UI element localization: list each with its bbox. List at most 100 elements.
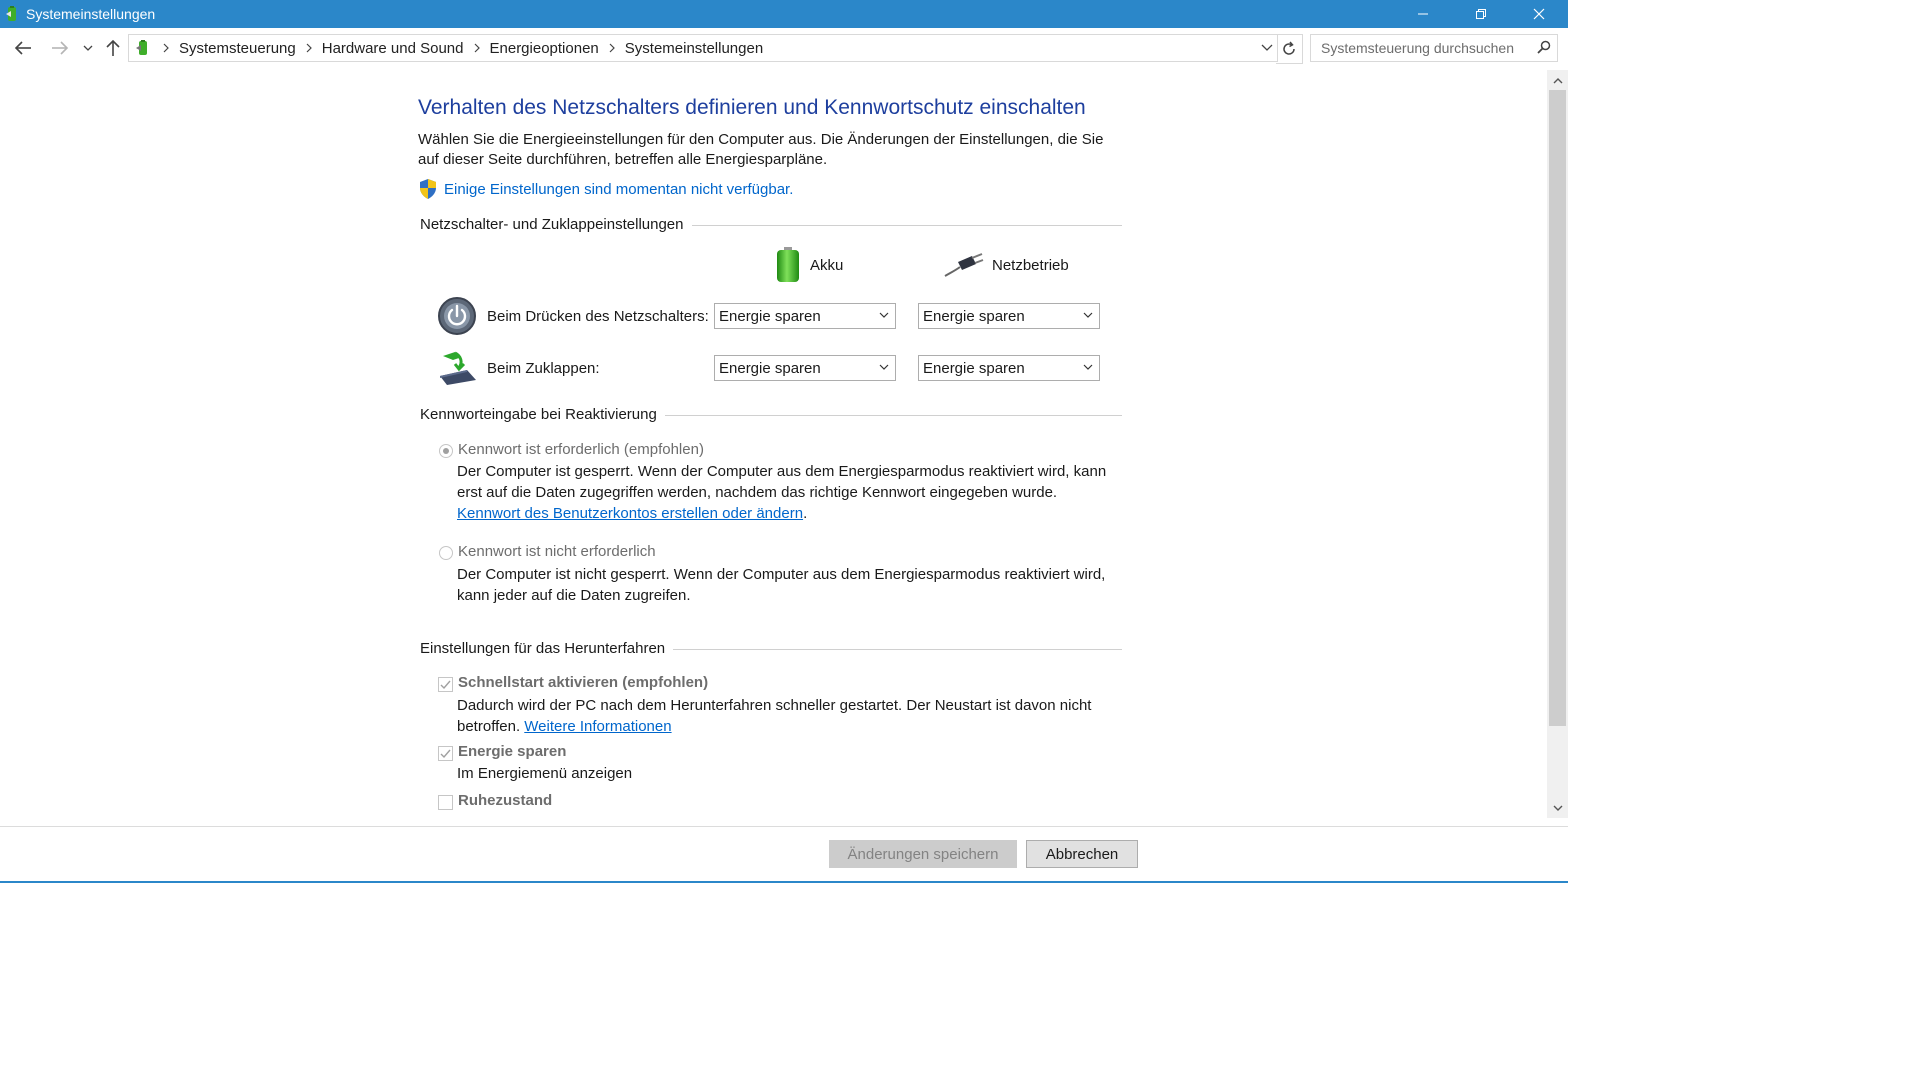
minimize-button[interactable] bbox=[1394, 0, 1452, 28]
battery-column-header: Akku bbox=[774, 246, 843, 284]
battery-column-label: Akku bbox=[810, 256, 844, 274]
laptop-lid-icon bbox=[440, 351, 476, 385]
checkmark-icon bbox=[440, 680, 451, 690]
minimize-icon bbox=[1418, 13, 1428, 15]
save-changes-button[interactable]: Änderungen speichern bbox=[829, 840, 1017, 868]
breadcrumb-separator bbox=[609, 43, 615, 53]
scroll-down-button[interactable] bbox=[1547, 798, 1568, 818]
title-bar: Systemeinstellungen bbox=[0, 0, 1568, 28]
search-icon[interactable] bbox=[1537, 40, 1551, 54]
checkmark-icon bbox=[440, 749, 451, 759]
fast-startup-checkbox[interactable] bbox=[438, 677, 453, 692]
refresh-button[interactable] bbox=[1276, 34, 1303, 64]
chevron-down-icon bbox=[1083, 364, 1093, 370]
breadcrumb-energieoptionen[interactable]: Energieoptionen bbox=[490, 40, 599, 57]
navigation-bar: Systemsteuerung Hardware und Sound Energ… bbox=[0, 28, 1568, 68]
power-button-icon bbox=[438, 297, 476, 335]
password-required-radio[interactable] bbox=[439, 444, 453, 458]
lid-close-ac-value: Energie sparen bbox=[923, 360, 1025, 377]
password-required-description: Der Computer ist gesperrt. Wenn der Comp… bbox=[457, 461, 1107, 524]
recent-locations-button[interactable] bbox=[78, 36, 98, 60]
chevron-up-icon bbox=[1553, 77, 1562, 83]
cancel-button[interactable]: Abbrechen bbox=[1026, 840, 1138, 868]
up-button[interactable] bbox=[101, 36, 125, 60]
content-area: Verhalten des Netzschalters definieren u… bbox=[0, 68, 1546, 826]
power-section-header: Netzschalter- und Zuklappeinstellungen bbox=[420, 216, 1122, 236]
power-button-row-icon bbox=[437, 296, 477, 341]
breadcrumb-systemsteuerung[interactable]: Systemsteuerung bbox=[179, 40, 296, 57]
chevron-down-icon bbox=[1553, 805, 1562, 811]
arrow-right-icon bbox=[52, 41, 69, 55]
back-button[interactable] bbox=[11, 36, 35, 60]
lid-row-icon bbox=[437, 350, 477, 391]
scroll-up-button[interactable] bbox=[1547, 70, 1568, 90]
shutdown-section-title: Einstellungen für das Herunterfahren bbox=[420, 640, 674, 657]
fast-startup-description: Dadurch wird der PC nach dem Herunterfah… bbox=[457, 695, 1107, 737]
power-button-battery-select[interactable]: Energie sparen bbox=[714, 303, 896, 329]
power-button-battery-value: Energie sparen bbox=[719, 308, 821, 325]
unavailable-settings-link[interactable]: Einige Einstellungen sind momentan nicht… bbox=[444, 181, 793, 198]
button-bar: Änderungen speichern Abbrechen bbox=[0, 826, 1568, 883]
location-icon bbox=[133, 38, 153, 58]
hibernate-label: Ruhezustand bbox=[458, 792, 553, 809]
forward-button[interactable] bbox=[48, 36, 72, 60]
chevron-down-icon bbox=[879, 364, 889, 370]
breadcrumb-separator bbox=[306, 43, 312, 53]
power-button-ac-select[interactable]: Energie sparen bbox=[918, 303, 1100, 329]
scroll-thumb[interactable] bbox=[1549, 90, 1566, 726]
uac-shield-icon bbox=[420, 179, 436, 199]
ac-column-header: Netzbetrieb bbox=[944, 252, 1069, 278]
close-icon bbox=[1533, 8, 1545, 20]
password-section-title: Kennworteingabe bei Reaktivierung bbox=[420, 406, 665, 423]
shutdown-section-header: Einstellungen für das Herunterfahren bbox=[420, 640, 1122, 660]
window-title: Systemeinstellungen bbox=[26, 6, 156, 22]
power-section-title: Netzschalter- und Zuklappeinstellungen bbox=[420, 216, 692, 233]
chevron-down-icon bbox=[1261, 44, 1273, 51]
password-not-required-radio[interactable] bbox=[439, 546, 453, 560]
breadcrumb-hardware-und-sound[interactable]: Hardware und Sound bbox=[322, 40, 464, 57]
account-link-period: . bbox=[803, 505, 808, 522]
password-not-required-description: Der Computer ist nicht gesperrt. Wenn de… bbox=[457, 566, 1106, 604]
close-button[interactable] bbox=[1510, 0, 1568, 28]
power-plug-icon bbox=[944, 253, 984, 277]
password-required-text: Der Computer ist gesperrt. Wenn der Comp… bbox=[457, 463, 1107, 501]
control-panel-icon bbox=[4, 5, 22, 23]
vertical-scrollbar[interactable] bbox=[1547, 70, 1568, 818]
sleep-label: Energie sparen bbox=[458, 743, 567, 760]
restore-icon bbox=[1476, 9, 1486, 19]
lid-close-label: Beim Zuklappen: bbox=[487, 360, 600, 377]
hibernate-checkbox[interactable] bbox=[438, 795, 453, 810]
chevron-right-icon bbox=[609, 43, 615, 53]
refresh-icon bbox=[1283, 41, 1295, 55]
window-border bbox=[0, 881, 1568, 883]
password-not-required-label: Kennwort ist nicht erforderlich bbox=[458, 543, 656, 560]
page-title: Verhalten des Netzschalters definieren u… bbox=[418, 96, 1086, 119]
address-bar[interactable]: Systemsteuerung Hardware und Sound Energ… bbox=[128, 34, 1278, 62]
address-history-button[interactable] bbox=[1257, 35, 1277, 61]
chevron-down-icon bbox=[1083, 312, 1093, 318]
chevron-down-icon bbox=[83, 45, 93, 51]
sleep-checkbox[interactable] bbox=[438, 746, 453, 761]
password-section-header: Kennworteingabe bei Reaktivierung bbox=[420, 406, 1122, 426]
breadcrumb-separator bbox=[163, 43, 169, 53]
arrow-left-icon bbox=[14, 41, 31, 55]
chevron-down-icon bbox=[879, 312, 889, 318]
search-box[interactable] bbox=[1310, 34, 1558, 62]
unavailable-settings-row: Einige Einstellungen sind momentan nicht… bbox=[418, 178, 793, 200]
battery-icon bbox=[777, 247, 799, 282]
lid-close-battery-value: Energie sparen bbox=[719, 360, 821, 377]
chevron-right-icon bbox=[163, 43, 169, 53]
lid-close-ac-select[interactable]: Energie sparen bbox=[918, 355, 1100, 381]
restore-button[interactable] bbox=[1452, 0, 1510, 28]
breadcrumb-systemeinstellungen[interactable]: Systemeinstellungen bbox=[625, 40, 763, 57]
power-button-label: Beim Drücken des Netzschalters: bbox=[487, 308, 709, 325]
breadcrumb-separator bbox=[474, 43, 480, 53]
fast-startup-label: Schnellstart aktivieren (empfohlen) bbox=[458, 674, 709, 691]
more-info-link[interactable]: Weitere Informationen bbox=[524, 718, 671, 735]
chevron-right-icon bbox=[474, 43, 480, 53]
account-password-link[interactable]: Kennwort des Benutzerkontos erstellen od… bbox=[457, 505, 803, 522]
password-required-label: Kennwort ist erforderlich (empfohlen) bbox=[458, 441, 704, 458]
sleep-description: Im Energiemenü anzeigen bbox=[457, 765, 633, 782]
lid-close-battery-select[interactable]: Energie sparen bbox=[714, 355, 896, 381]
search-input[interactable] bbox=[1319, 37, 1528, 59]
